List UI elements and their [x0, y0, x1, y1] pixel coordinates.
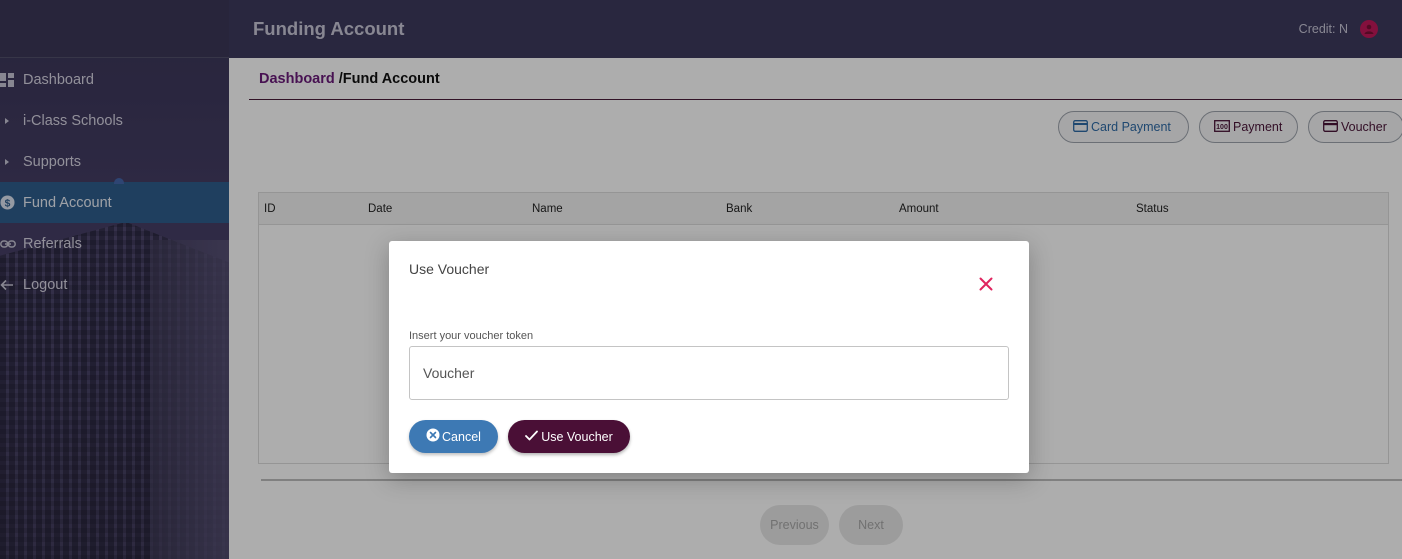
cancel-label: Cancel	[442, 429, 481, 444]
use-voucher-label: Use Voucher	[541, 429, 613, 444]
voucher-token-label: Insert your voucher token	[409, 330, 534, 342]
dialog-title: Use Voucher	[409, 261, 490, 277]
voucher-token-input[interactable]	[409, 346, 1009, 400]
close-icon[interactable]	[977, 275, 995, 293]
use-voucher-button[interactable]: Use Voucher	[508, 420, 630, 453]
checkmark-icon	[525, 430, 539, 444]
cancel-button[interactable]: Cancel	[409, 420, 498, 453]
cancel-circle-icon	[426, 428, 440, 445]
use-voucher-dialog: Use Voucher Insert your voucher token Ca…	[389, 241, 1029, 473]
